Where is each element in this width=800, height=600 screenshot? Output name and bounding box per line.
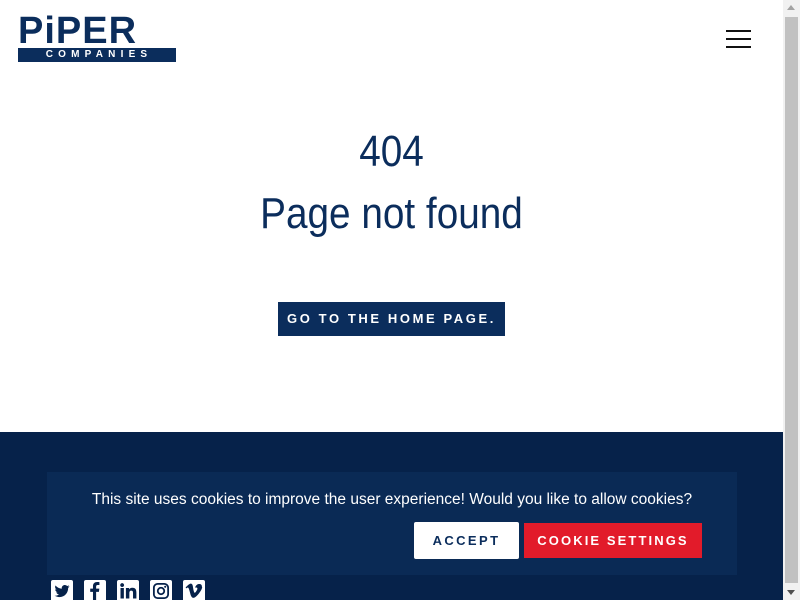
hamburger-line [726,38,751,40]
scroll-up-arrow-icon[interactable] [787,5,795,10]
go-home-button[interactable]: GO TO THE HOME PAGE. [278,302,505,336]
scrollbar-thumb[interactable] [785,17,798,583]
accept-cookies-button[interactable]: ACCEPT [414,522,519,559]
hamburger-line [726,30,751,32]
facebook-icon[interactable] [84,580,106,600]
scroll-down-arrow-icon[interactable] [787,590,795,595]
page: PiPER COMPANIES 404 Page not found GO TO… [0,0,783,600]
vimeo-icon[interactable] [183,580,205,600]
cookie-message: This site uses cookies to improve the us… [91,491,693,508]
vertical-scrollbar[interactable] [783,0,800,600]
instagram-icon[interactable] [150,580,172,600]
error-message: Page not found [260,189,523,238]
hamburger-line [726,46,751,48]
linkedin-icon[interactable] [117,580,139,600]
error-code: 404 [359,127,424,176]
cookie-banner: This site uses cookies to improve the us… [47,472,737,575]
hamburger-menu-icon[interactable] [726,28,752,50]
piper-companies-logo[interactable]: PiPER COMPANIES [18,10,176,62]
social-links [51,580,205,600]
logo-wordmark: PiPER [18,10,138,52]
cookie-settings-button[interactable]: COOKIE SETTINGS [524,523,702,558]
twitter-icon[interactable] [51,580,73,600]
